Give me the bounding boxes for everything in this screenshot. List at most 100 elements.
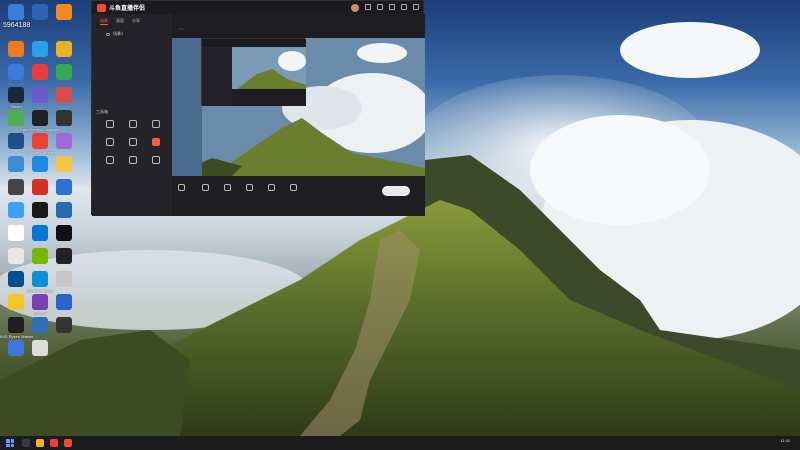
minimize-icon[interactable] xyxy=(389,4,395,10)
app-icon xyxy=(32,87,48,103)
bottom-button-icon xyxy=(290,184,297,191)
toolbox-item[interactable] xyxy=(121,156,144,166)
start-live-button[interactable] xyxy=(382,186,410,196)
app-icon xyxy=(8,87,24,103)
app-icon xyxy=(32,110,48,126)
desktop-icon[interactable] xyxy=(27,340,53,366)
bottom-button-icon xyxy=(268,184,275,191)
desktop-icon[interactable] xyxy=(3,4,29,30)
nested-preview-image xyxy=(202,39,306,106)
bottom-button[interactable] xyxy=(178,184,185,193)
tool-icon xyxy=(128,156,137,164)
bottom-button[interactable] xyxy=(224,184,231,193)
app-icon xyxy=(32,271,48,287)
streaming-app-window[interactable]: 斗鱼直播伴侣 场景 画面 分享 场景1 工具箱 xyxy=(91,0,425,216)
app-logo-icon xyxy=(97,3,106,12)
taskbar-explorer-icon[interactable] xyxy=(36,439,44,447)
toolbox-item[interactable] xyxy=(145,138,168,148)
app-icon xyxy=(56,133,72,149)
taskbar-douyu-icon[interactable] xyxy=(64,439,72,447)
bottom-button[interactable] xyxy=(246,184,253,193)
taskbar-chrome-icon[interactable] xyxy=(50,439,58,447)
app-icon xyxy=(56,110,72,126)
status-strip xyxy=(172,210,425,216)
toolbox-item[interactable] xyxy=(98,138,121,148)
clock-time: 11:11 xyxy=(780,438,790,443)
desktop-icon[interactable] xyxy=(51,317,77,343)
toolbox-item[interactable] xyxy=(145,120,168,130)
app-icon xyxy=(32,4,48,20)
app-icon xyxy=(8,225,24,241)
app-icon xyxy=(32,179,48,195)
desktop-icon[interactable] xyxy=(27,4,53,30)
app-icon xyxy=(8,340,24,356)
close-icon[interactable] xyxy=(413,4,419,10)
app-icon xyxy=(32,202,48,218)
settings-icon[interactable] xyxy=(377,4,383,10)
desktop-icon[interactable] xyxy=(3,340,29,366)
bottom-button-icon xyxy=(178,184,185,191)
bottom-control-bar xyxy=(172,176,425,216)
app-icon xyxy=(32,248,48,264)
taskbar-clock[interactable]: 11:11 xyxy=(781,438,790,443)
windows-start-icon[interactable] xyxy=(6,439,14,447)
left-panel: 场景 画面 分享 场景1 工具箱 xyxy=(92,14,172,216)
app-icon xyxy=(32,225,48,241)
app-icon xyxy=(32,294,48,310)
tool-icon xyxy=(128,120,137,128)
tab-picture[interactable]: 画面 xyxy=(116,18,124,25)
bottom-button[interactable] xyxy=(202,184,209,193)
app-icon xyxy=(8,110,24,126)
title-controls xyxy=(351,4,419,12)
room-category-tag[interactable] xyxy=(178,28,184,30)
scene-item[interactable]: 场景1 xyxy=(92,25,172,37)
app-icon xyxy=(8,41,24,57)
app-icon xyxy=(8,4,24,20)
app-titlebar[interactable]: 斗鱼直播伴侣 xyxy=(92,1,423,14)
taskbar-search-icon[interactable] xyxy=(22,439,30,447)
app-name: 斗鱼直播伴侣 xyxy=(109,6,146,12)
bottom-button[interactable] xyxy=(290,184,297,193)
app-icon xyxy=(8,248,24,264)
toolbox-item[interactable] xyxy=(121,138,144,148)
tool-icon xyxy=(128,138,137,146)
app-icon xyxy=(8,202,24,218)
tool-icon xyxy=(105,138,114,146)
app-icon xyxy=(56,4,72,20)
app-icon xyxy=(8,156,24,172)
tool-icon xyxy=(105,120,114,128)
tab-share[interactable]: 分享 xyxy=(132,18,140,25)
tool-icon xyxy=(152,120,161,128)
bottom-button-icon xyxy=(224,184,231,191)
app-icon xyxy=(8,317,24,333)
preview-nested-app xyxy=(201,38,306,106)
app-icon xyxy=(56,202,72,218)
preview-desktop-icons xyxy=(172,38,202,176)
app-icon xyxy=(56,248,72,264)
app-icon xyxy=(56,41,72,57)
tool-icon xyxy=(152,138,161,146)
taskbar: 11:11 xyxy=(0,436,800,450)
toolbox-item[interactable] xyxy=(121,120,144,130)
toolbox-item[interactable] xyxy=(145,156,168,166)
desktop-icon-label: Steam xyxy=(10,104,22,109)
app-icon xyxy=(8,179,24,195)
app-icon xyxy=(32,64,48,80)
maximize-icon[interactable] xyxy=(401,4,407,10)
user-avatar[interactable] xyxy=(351,4,359,12)
tab-scene[interactable]: 场景 xyxy=(100,18,108,25)
room-header xyxy=(172,14,425,38)
app-icon xyxy=(56,156,72,172)
toolbox-item[interactable] xyxy=(98,156,121,166)
toolbox-item[interactable] xyxy=(98,120,121,130)
gift-icon[interactable] xyxy=(365,4,371,10)
desktop-icon-label: CPU-Z xyxy=(33,311,47,316)
toolbox-grid xyxy=(98,120,168,166)
bottom-button[interactable] xyxy=(268,184,275,193)
stream-preview[interactable] xyxy=(172,38,425,176)
app-icon xyxy=(32,340,48,356)
desktop-icon[interactable] xyxy=(51,4,77,30)
app-icon xyxy=(32,317,48,333)
app-icon xyxy=(56,271,72,287)
eye-icon[interactable] xyxy=(106,32,110,36)
